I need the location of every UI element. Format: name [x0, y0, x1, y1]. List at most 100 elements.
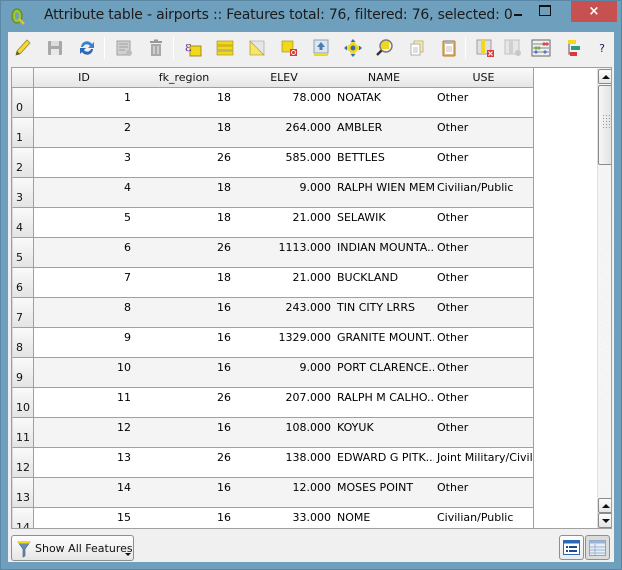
- table-row[interactable]: 7 8 16 243.000 TIN CITY LRRS Other: [12, 298, 534, 328]
- cell-fk-region[interactable]: 16: [134, 358, 235, 388]
- row-header[interactable]: 12: [12, 448, 34, 478]
- cell-name[interactable]: MOSES POINT: [334, 478, 435, 508]
- table-row[interactable]: 9 10 16 9.000 PORT CLARENCE... Other: [12, 358, 534, 388]
- cell-id[interactable]: 10: [34, 358, 135, 388]
- cell-fk-region[interactable]: 18: [134, 118, 235, 148]
- cell-use[interactable]: Other: [434, 418, 534, 448]
- cell-name[interactable]: NOATAK: [334, 88, 435, 118]
- cell-name[interactable]: INDIAN MOUNTA...: [334, 238, 435, 268]
- row-header[interactable]: 14: [12, 508, 34, 528]
- move-selection-to-top-button[interactable]: [309, 36, 333, 60]
- cell-elev[interactable]: 138.000: [234, 448, 335, 478]
- column-header-use[interactable]: USE: [434, 68, 534, 88]
- cell-use[interactable]: Other: [434, 118, 534, 148]
- cell-id[interactable]: 11: [34, 388, 135, 418]
- cell-use[interactable]: Joint Military/Civil...: [434, 448, 534, 478]
- table-view-button[interactable]: [585, 535, 610, 560]
- cell-elev[interactable]: 9.000: [234, 358, 335, 388]
- cell-fk-region[interactable]: 18: [134, 178, 235, 208]
- cell-use[interactable]: Other: [434, 268, 534, 298]
- cell-fk-region[interactable]: 26: [134, 388, 235, 418]
- table-row[interactable]: 14 15 16 33.000 NOME Civilian/Public: [12, 508, 534, 528]
- cell-fk-region[interactable]: 26: [134, 148, 235, 178]
- cell-fk-region[interactable]: 16: [134, 418, 235, 448]
- cell-fk-region[interactable]: 16: [134, 298, 235, 328]
- cell-use[interactable]: Other: [434, 238, 534, 268]
- table-row[interactable]: 3 4 18 9.000 RALPH WIEN MEM Civilian/Public: [12, 178, 534, 208]
- scroll-down-button[interactable]: [598, 513, 611, 528]
- title-bar[interactable]: Attribute table - airports :: Features t…: [1, 1, 621, 32]
- table-row[interactable]: 11 12 16 108.000 KOYUK Other: [12, 418, 534, 448]
- cell-elev[interactable]: 21.000: [234, 208, 335, 238]
- cell-use[interactable]: Other: [434, 388, 534, 418]
- cell-elev[interactable]: 243.000: [234, 298, 335, 328]
- row-header[interactable]: 13: [12, 478, 34, 508]
- paste-features-button[interactable]: [437, 36, 461, 60]
- cell-id[interactable]: 2: [34, 118, 135, 148]
- minimize-button[interactable]: [505, 1, 531, 22]
- cell-elev[interactable]: 12.000: [234, 478, 335, 508]
- cell-elev[interactable]: 1113.000: [234, 238, 335, 268]
- column-header-elev[interactable]: ELEV: [234, 68, 335, 88]
- cell-id[interactable]: 6: [34, 238, 135, 268]
- close-button[interactable]: ×: [571, 1, 617, 22]
- row-header[interactable]: 6: [12, 268, 34, 298]
- cell-use[interactable]: Other: [434, 88, 534, 118]
- help-button[interactable]: ?: [590, 36, 614, 60]
- cell-use[interactable]: Other: [434, 358, 534, 388]
- vertical-scrollbar[interactable]: [597, 68, 611, 528]
- scrollbar-thumb[interactable]: [598, 85, 611, 165]
- cell-name[interactable]: GRANITE MOUNT...: [334, 328, 435, 358]
- cell-id[interactable]: 13: [34, 448, 135, 478]
- row-header[interactable]: 9: [12, 358, 34, 388]
- cell-id[interactable]: 14: [34, 478, 135, 508]
- toggle-editing-button[interactable]: [11, 36, 35, 60]
- cell-name[interactable]: AMBLER: [334, 118, 435, 148]
- delete-selected-button[interactable]: [144, 36, 168, 60]
- cell-use[interactable]: Other: [434, 148, 534, 178]
- add-feature-button[interactable]: [112, 36, 136, 60]
- cell-fk-region[interactable]: 26: [134, 238, 235, 268]
- cell-id[interactable]: 5: [34, 208, 135, 238]
- copy-selected-button[interactable]: [405, 36, 429, 60]
- cell-elev[interactable]: 108.000: [234, 418, 335, 448]
- cell-id[interactable]: 7: [34, 268, 135, 298]
- table-row[interactable]: 6 7 18 21.000 BUCKLAND Other: [12, 268, 534, 298]
- cell-id[interactable]: 9: [34, 328, 135, 358]
- row-header[interactable]: 7: [12, 298, 34, 328]
- cell-elev[interactable]: 33.000: [234, 508, 335, 528]
- deselect-all-button[interactable]: [277, 36, 301, 60]
- cell-name[interactable]: RALPH WIEN MEM: [334, 178, 435, 208]
- table-row[interactable]: 8 9 16 1329.000 GRANITE MOUNT... Other: [12, 328, 534, 358]
- zoom-to-selected-button[interactable]: [373, 36, 397, 60]
- cell-use[interactable]: Civilian/Public: [434, 178, 534, 208]
- cell-id[interactable]: 1: [34, 88, 135, 118]
- show-all-features-button[interactable]: Show All Features: [11, 535, 134, 561]
- cell-name[interactable]: PORT CLARENCE...: [334, 358, 435, 388]
- table-row[interactable]: 0 1 18 78.000 NOATAK Other: [12, 88, 534, 118]
- invert-selection-button[interactable]: [245, 36, 269, 60]
- row-header[interactable]: 4: [12, 208, 34, 238]
- cell-fk-region[interactable]: 16: [134, 478, 235, 508]
- cell-use[interactable]: Other: [434, 478, 534, 508]
- column-header-name[interactable]: NAME: [334, 68, 435, 88]
- cell-use[interactable]: Civilian/Public: [434, 508, 534, 528]
- cell-elev[interactable]: 78.000: [234, 88, 335, 118]
- reload-button[interactable]: [75, 36, 99, 60]
- select-by-expression-button[interactable]: ε: [181, 36, 205, 60]
- row-header[interactable]: 11: [12, 418, 34, 448]
- cell-id[interactable]: 15: [34, 508, 135, 528]
- form-view-button[interactable]: [559, 535, 584, 560]
- cell-name[interactable]: EDWARD G PITK...: [334, 448, 435, 478]
- table-row[interactable]: 12 13 26 138.000 EDWARD G PITK... Joint Milit…: [12, 448, 534, 478]
- table-row[interactable]: 1 2 18 264.000 AMBLER Other: [12, 118, 534, 148]
- pan-to-selected-button[interactable]: [341, 36, 365, 60]
- delete-field-button[interactable]: [473, 36, 497, 60]
- cell-use[interactable]: Other: [434, 328, 534, 358]
- cell-use[interactable]: Other: [434, 208, 534, 238]
- field-calculator-button[interactable]: [529, 36, 553, 60]
- cell-fk-region[interactable]: 16: [134, 508, 235, 528]
- conditional-formatting-button[interactable]: [561, 36, 585, 60]
- cell-elev[interactable]: 207.000: [234, 388, 335, 418]
- scroll-up-button-bottom[interactable]: [598, 498, 611, 513]
